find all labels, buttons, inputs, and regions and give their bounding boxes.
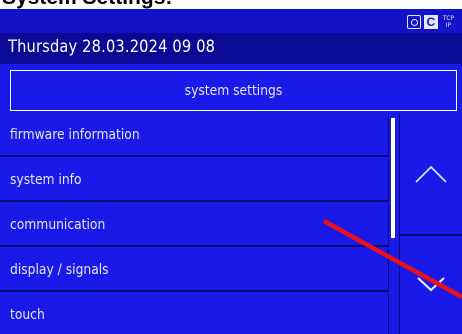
- tcp-label: TCP: [442, 14, 454, 22]
- menu-list: firmware information system info communi…: [0, 114, 389, 334]
- ip-label: IP: [445, 21, 452, 29]
- scrollbar-track[interactable]: [389, 114, 399, 334]
- scrollbar-thumb[interactable]: [391, 118, 395, 238]
- title-bar: system settings: [10, 70, 457, 111]
- c-icon: C: [423, 14, 438, 29]
- scroll-down-button[interactable]: [399, 236, 462, 334]
- date-bar: Thursday 28.03.2024 09 08: [0, 33, 462, 64]
- menu-item-label: firmware information: [10, 127, 140, 143]
- tcp-ip-icon: TCP IP: [443, 15, 454, 29]
- status-icons: C TCP IP: [406, 13, 454, 30]
- datetime-text: Thursday 28.03.2024 09 08: [8, 37, 216, 57]
- device-screen: C TCP IP Thursday 28.03.2024 09 08 syste…: [0, 9, 462, 334]
- menu-item-label: communication: [10, 217, 106, 233]
- menu-item-firmware-information[interactable]: firmware information: [0, 114, 389, 157]
- menu-item-system-info[interactable]: system info: [0, 159, 389, 202]
- page-title: system settings: [184, 82, 283, 99]
- scroll-up-button[interactable]: [399, 114, 462, 236]
- menu-item-communication[interactable]: communication: [0, 204, 389, 247]
- camera-icon[interactable]: [406, 14, 421, 29]
- status-strip: C TCP IP: [0, 9, 462, 33]
- menu-item-label: display / signals: [10, 262, 109, 278]
- menu-item-label: touch: [10, 307, 45, 323]
- chevron-up-icon: [415, 165, 447, 183]
- menu-item-label: system info: [10, 172, 82, 188]
- menu-item-display-signals[interactable]: display / signals: [0, 249, 389, 292]
- page-heading: System Settings:: [2, 0, 172, 9]
- chevron-down-icon: [417, 277, 445, 292]
- menu-item-touch[interactable]: touch: [0, 294, 389, 334]
